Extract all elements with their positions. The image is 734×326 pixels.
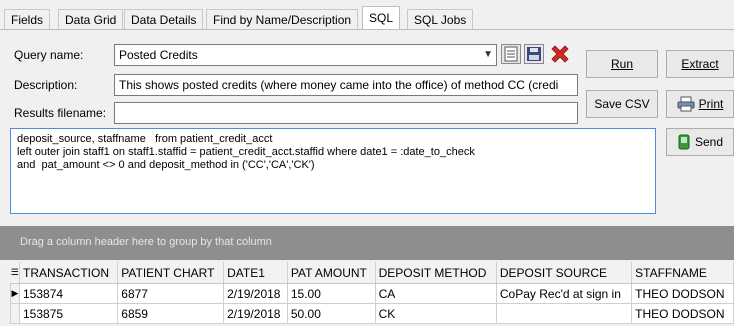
description-label: Description: xyxy=(14,78,78,92)
extract-label: Extract xyxy=(681,57,719,71)
cell-patient-chart[interactable]: 6877 xyxy=(117,283,225,304)
results-filename-field[interactable] xyxy=(114,102,578,124)
cell-deposit-method[interactable]: CK xyxy=(374,303,497,324)
send-button[interactable]: Send xyxy=(666,128,734,156)
printer-icon xyxy=(677,96,695,112)
results-filename-label: Results filename: xyxy=(14,106,107,120)
column-header-staffname[interactable]: STAFFNAME xyxy=(631,262,734,284)
column-chooser-icon[interactable]: ☰ xyxy=(10,262,20,284)
grid-header-row: ☰ TRANSACTION PATIENT CHART DATE1 PAT AM… xyxy=(10,262,734,284)
cell-staffname[interactable]: THEO DODSON xyxy=(631,283,734,304)
cell-deposit-source[interactable] xyxy=(495,303,633,324)
print-label: Print xyxy=(698,97,724,111)
send-device-icon xyxy=(678,134,690,150)
tab-sql-jobs[interactable]: SQL Jobs xyxy=(407,9,474,29)
group-by-panel[interactable]: Drag a column header here to group by th… xyxy=(0,226,734,260)
run-button[interactable]: Run xyxy=(586,50,658,78)
cell-deposit-method[interactable]: CA xyxy=(374,283,497,304)
cell-date1[interactable]: 2/19/2018 xyxy=(223,283,288,304)
save-csv-button[interactable]: Save CSV xyxy=(586,90,658,118)
cell-transaction[interactable]: 153874 xyxy=(18,283,119,304)
column-header-transaction[interactable]: TRANSACTION xyxy=(19,262,119,284)
description-field[interactable]: This shows posted credits (where money c… xyxy=(114,74,578,96)
cell-staffname[interactable]: THEO DODSON xyxy=(631,303,734,324)
column-header-date1[interactable]: DATE1 xyxy=(223,262,288,284)
column-header-patient-chart[interactable]: PATIENT CHART xyxy=(117,262,225,284)
cell-deposit-source[interactable]: CoPay Rec'd at sign in xyxy=(495,283,633,304)
query-name-label: Query name: xyxy=(14,48,84,62)
cell-patient-chart[interactable]: 6859 xyxy=(117,303,225,324)
delete-button[interactable] xyxy=(548,42,572,66)
column-header-pat-amount[interactable]: PAT AMOUNT xyxy=(287,262,376,284)
notes-button[interactable] xyxy=(501,44,521,64)
column-header-deposit-method[interactable]: DEPOSIT METHOD xyxy=(375,262,497,284)
extract-button[interactable]: Extract xyxy=(666,50,734,78)
tab-bar: Fields Data Grid Data Details Find by Na… xyxy=(0,0,734,34)
group-by-hint: Drag a column header here to group by th… xyxy=(20,236,272,248)
tab-find-by-name[interactable]: Find by Name/Description xyxy=(206,9,359,29)
query-name-value: Posted Credits xyxy=(119,48,198,62)
query-name-dropdown[interactable]: Posted Credits ▼ xyxy=(114,44,497,66)
delete-x-icon xyxy=(551,45,569,63)
tab-data-details[interactable]: Data Details xyxy=(124,9,204,29)
table-row[interactable]: 153875 6859 2/19/2018 50.00 CK THEO DODS… xyxy=(10,303,734,324)
row-indicator-blank xyxy=(10,303,20,324)
tab-divider xyxy=(0,29,734,30)
print-button[interactable]: Print xyxy=(666,90,734,118)
chevron-down-icon[interactable]: ▼ xyxy=(483,45,493,65)
table-row[interactable]: ▶ 153874 6877 2/19/2018 15.00 CA CoPay R… xyxy=(10,283,734,304)
cell-transaction[interactable]: 153875 xyxy=(18,303,119,324)
send-label: Send xyxy=(694,135,724,149)
row-indicator-icon: ▶ xyxy=(10,283,20,304)
column-header-deposit-source[interactable]: DEPOSIT SOURCE xyxy=(496,262,633,284)
notes-icon xyxy=(504,46,518,62)
save-button[interactable] xyxy=(524,44,544,64)
cell-date1[interactable]: 2/19/2018 xyxy=(223,303,288,324)
tab-data-grid[interactable]: Data Grid xyxy=(58,9,124,29)
cell-pat-amount[interactable]: 15.00 xyxy=(286,283,376,304)
cell-pat-amount[interactable]: 50.00 xyxy=(286,303,376,324)
run-label: Run xyxy=(610,57,633,71)
floppy-disk-icon xyxy=(527,47,541,61)
tab-sql[interactable]: SQL xyxy=(362,6,401,30)
save-csv-label: Save CSV xyxy=(594,97,650,111)
tab-fields[interactable]: Fields xyxy=(4,9,51,29)
results-grid: ☰ TRANSACTION PATIENT CHART DATE1 PAT AM… xyxy=(10,262,734,324)
sql-editor[interactable]: deposit_source, staffname from patient_c… xyxy=(10,128,656,214)
